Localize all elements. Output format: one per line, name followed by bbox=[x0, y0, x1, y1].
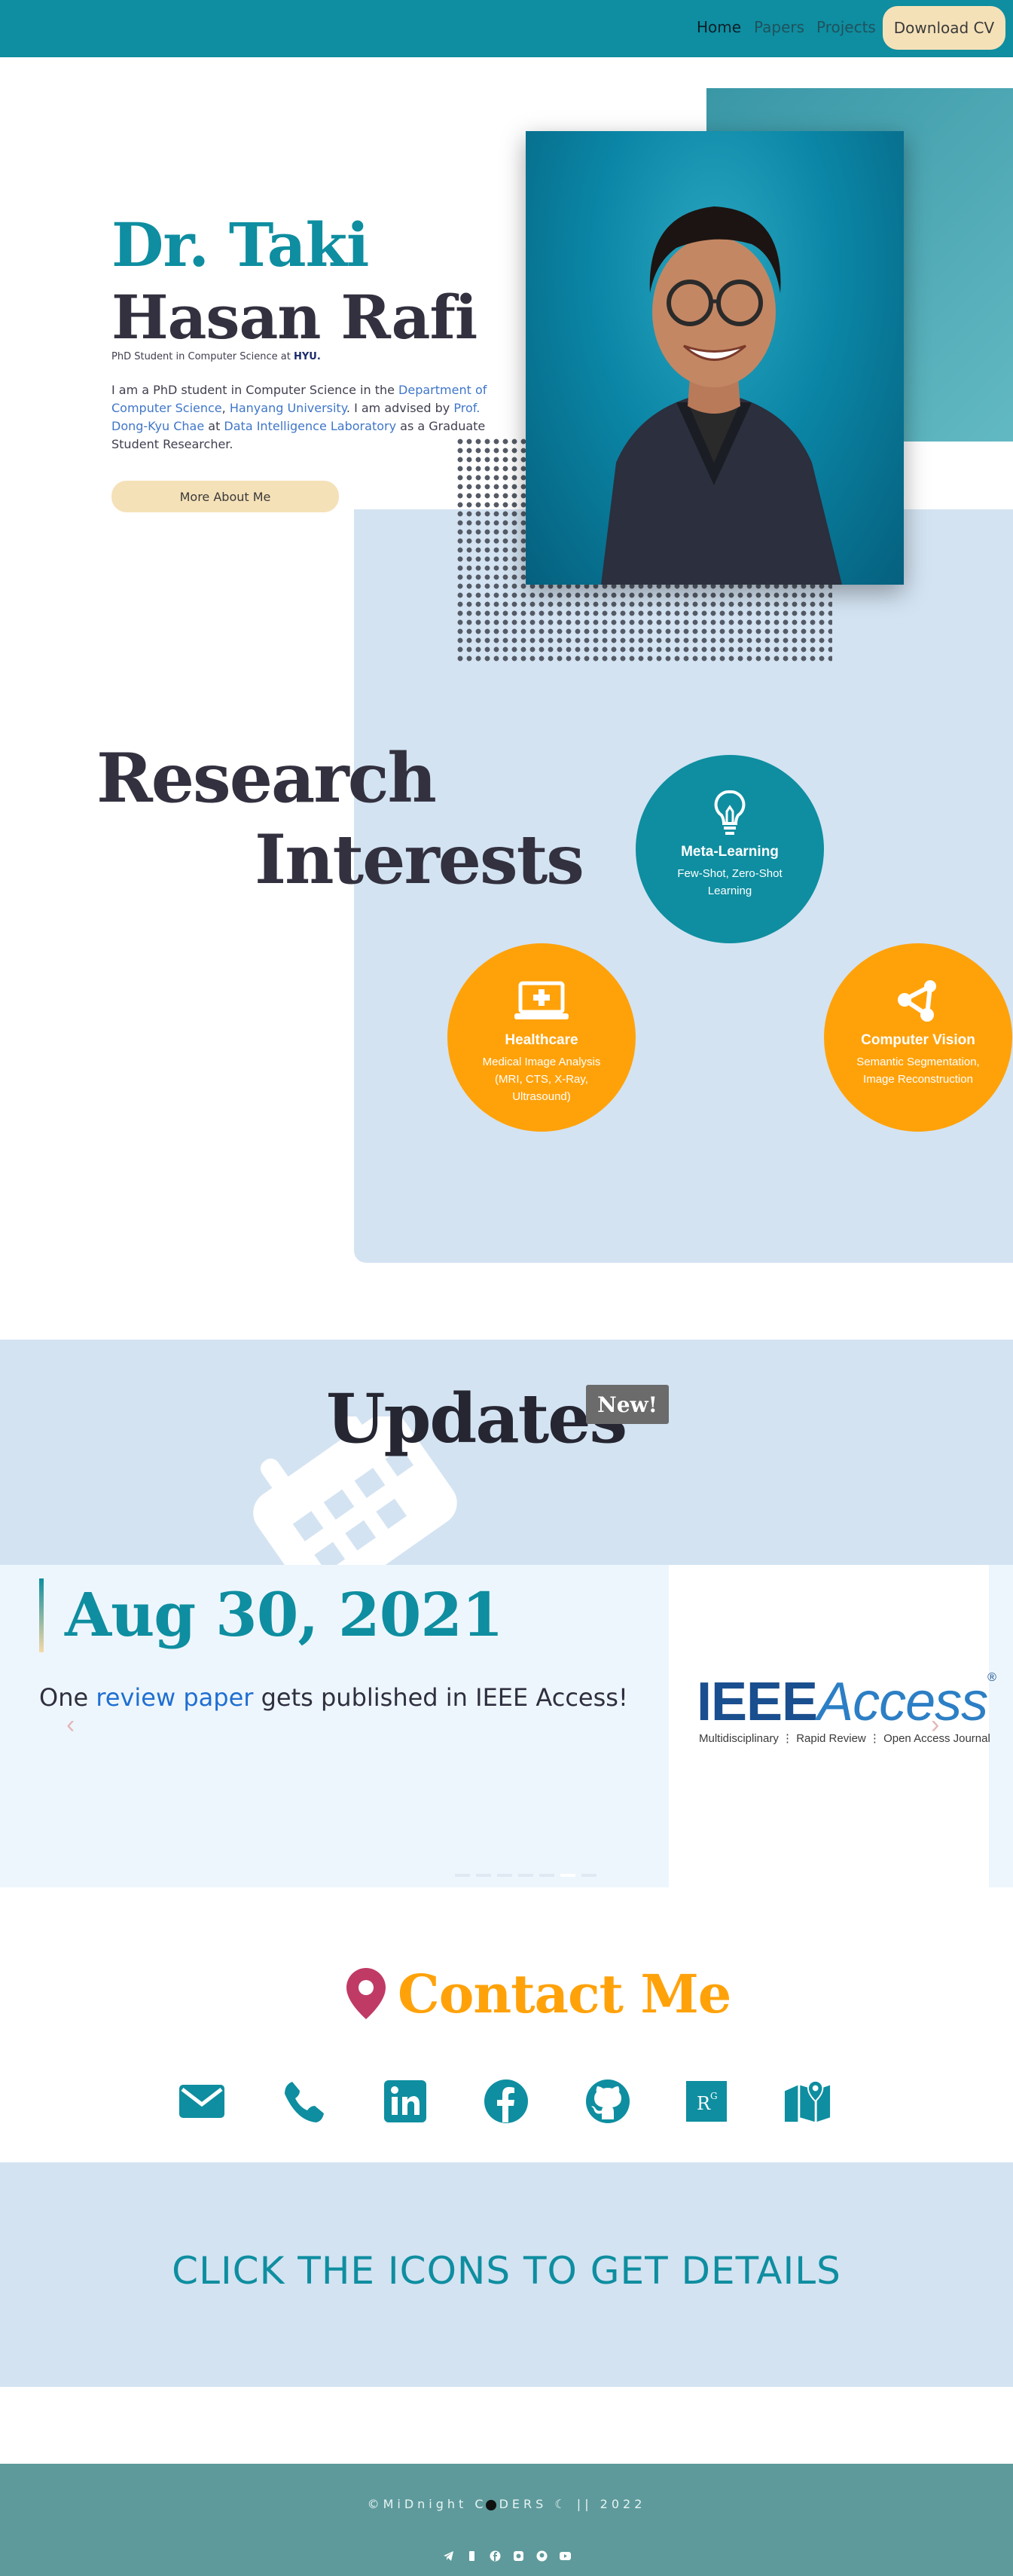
bio-text: I am a PhD student in Computer Science i… bbox=[111, 383, 399, 397]
research-subtitle: Few-Shot, Zero-Shot Learning bbox=[677, 867, 783, 897]
link-lab[interactable]: Data Intelligence Laboratory bbox=[224, 419, 396, 433]
researchgate-icon[interactable]: RG bbox=[682, 2077, 731, 2125]
telegram-icon[interactable] bbox=[443, 2550, 454, 2562]
svg-text:G: G bbox=[710, 2091, 718, 2101]
youtube-icon[interactable] bbox=[559, 2550, 571, 2562]
research-title: Computer Vision bbox=[861, 1032, 975, 1048]
location-pin-icon bbox=[345, 1966, 387, 2024]
crescent-moon-icon: ☾ bbox=[547, 2497, 577, 2511]
download-cv-button[interactable]: Download CV bbox=[883, 6, 1005, 50]
tagline-org: HYU. bbox=[294, 351, 321, 362]
carousel-dot-active[interactable] bbox=[560, 1874, 575, 1877]
new-badge: New! bbox=[586, 1385, 669, 1424]
svg-text:R: R bbox=[697, 2093, 711, 2114]
carousel-dot[interactable] bbox=[497, 1874, 512, 1877]
carousel-dot[interactable] bbox=[455, 1874, 470, 1877]
instagram-icon[interactable] bbox=[513, 2550, 524, 2562]
footer-social-icons bbox=[0, 2550, 1013, 2562]
carousel-prev-arrow[interactable]: ‹ bbox=[66, 1710, 75, 1740]
carousel-dot[interactable] bbox=[581, 1874, 597, 1877]
research-title-line1: Research bbox=[96, 738, 437, 818]
updates-title: Updates bbox=[326, 1379, 627, 1459]
email-icon[interactable] bbox=[178, 2077, 226, 2125]
carousel-dot[interactable] bbox=[476, 1874, 491, 1877]
logo-ieee: IEEE bbox=[697, 1672, 818, 1732]
update-date: Aug 30, 2021 bbox=[65, 1579, 504, 1650]
nav-link-projects[interactable]: Projects bbox=[816, 18, 876, 36]
bio-text: , bbox=[221, 401, 230, 415]
top-navbar: Home Papers Projects Download CV bbox=[0, 0, 1013, 57]
mobile-icon[interactable] bbox=[466, 2550, 478, 2562]
research-subtitle: Medical Image Analysis (MRI, CTS, X-Ray,… bbox=[482, 1056, 601, 1103]
profile-photo bbox=[526, 131, 904, 585]
ieee-access-tagline: Multidisciplinary ⋮ Rapid Review ⋮ Open … bbox=[699, 1732, 990, 1745]
carousel-dot[interactable] bbox=[518, 1874, 533, 1877]
github-icon[interactable] bbox=[584, 2077, 632, 2125]
update-text: One review paper gets published in IEEE … bbox=[39, 1683, 628, 1712]
link-hanyang-university[interactable]: Hanyang University bbox=[230, 401, 346, 415]
facebook-icon[interactable] bbox=[482, 2077, 530, 2125]
more-about-me-button[interactable]: More About Me bbox=[111, 481, 339, 512]
research-meta-learning[interactable]: Meta-Learning Few-Shot, Zero-Shot Learni… bbox=[636, 755, 824, 943]
facebook-small-icon[interactable] bbox=[490, 2550, 501, 2562]
research-title: Meta-Learning bbox=[681, 844, 779, 860]
footer-moon-dot-icon bbox=[485, 2499, 496, 2510]
nodes-icon bbox=[894, 975, 942, 1028]
footer-text-mid: DERS bbox=[499, 2497, 548, 2511]
bio-text: at bbox=[204, 419, 224, 433]
update-text-prefix: One bbox=[39, 1683, 96, 1712]
logo-access: Access bbox=[817, 1672, 988, 1732]
tagline-text: PhD Student in Computer Science at bbox=[111, 351, 294, 362]
medical-laptop-icon bbox=[513, 975, 570, 1028]
cta-text: CLICK THE ICONS TO GET DETAILS bbox=[172, 2249, 841, 2293]
bio-text: . I am advised by bbox=[346, 401, 454, 415]
footer-copyright: ©MiDnight C DERS ☾ || 2022 bbox=[0, 2497, 1013, 2511]
footer-text-right: || 2022 bbox=[576, 2497, 646, 2511]
lightbulb-icon bbox=[713, 787, 746, 839]
research-title-line2: Interests bbox=[255, 820, 584, 900]
linkedin-icon[interactable] bbox=[381, 2077, 429, 2125]
github-small-icon[interactable] bbox=[536, 2550, 548, 2562]
research-subtitle: Semantic Segmentation, Image Reconstruct… bbox=[856, 1056, 980, 1086]
phone-icon[interactable] bbox=[280, 2077, 328, 2125]
research-computer-vision[interactable]: Computer Vision Semantic Segmentation, I… bbox=[824, 943, 1012, 1132]
nav-link-home[interactable]: Home bbox=[697, 18, 741, 36]
map-icon[interactable] bbox=[783, 2077, 831, 2125]
research-title: Healthcare bbox=[505, 1032, 578, 1048]
slide-accent-bar bbox=[39, 1578, 44, 1652]
hero-bio: I am a PhD student in Computer Science i… bbox=[111, 381, 488, 454]
hero-name-line2: Hasan Rafi bbox=[111, 282, 478, 353]
update-text-suffix: gets published in IEEE Access! bbox=[253, 1683, 628, 1712]
carousel-indicators bbox=[452, 1867, 600, 1881]
nav-link-papers[interactable]: Papers bbox=[754, 18, 804, 36]
hero-name-line1: Dr. Taki bbox=[111, 209, 369, 280]
carousel-next-arrow[interactable]: › bbox=[931, 1710, 939, 1740]
footer-text-left: ©MiDnight C bbox=[367, 2497, 487, 2511]
review-paper-link[interactable]: review paper bbox=[96, 1683, 253, 1712]
logo-reg: ® bbox=[987, 1671, 996, 1684]
contact-title: Contact Me bbox=[398, 1963, 731, 2025]
hero-tagline: PhD Student in Computer Science at HYU. bbox=[111, 351, 321, 362]
carousel-dot[interactable] bbox=[539, 1874, 554, 1877]
research-healthcare[interactable]: Healthcare Medical Image Analysis (MRI, … bbox=[447, 943, 636, 1132]
ieee-access-logo: IEEEAccess® bbox=[697, 1671, 996, 1733]
